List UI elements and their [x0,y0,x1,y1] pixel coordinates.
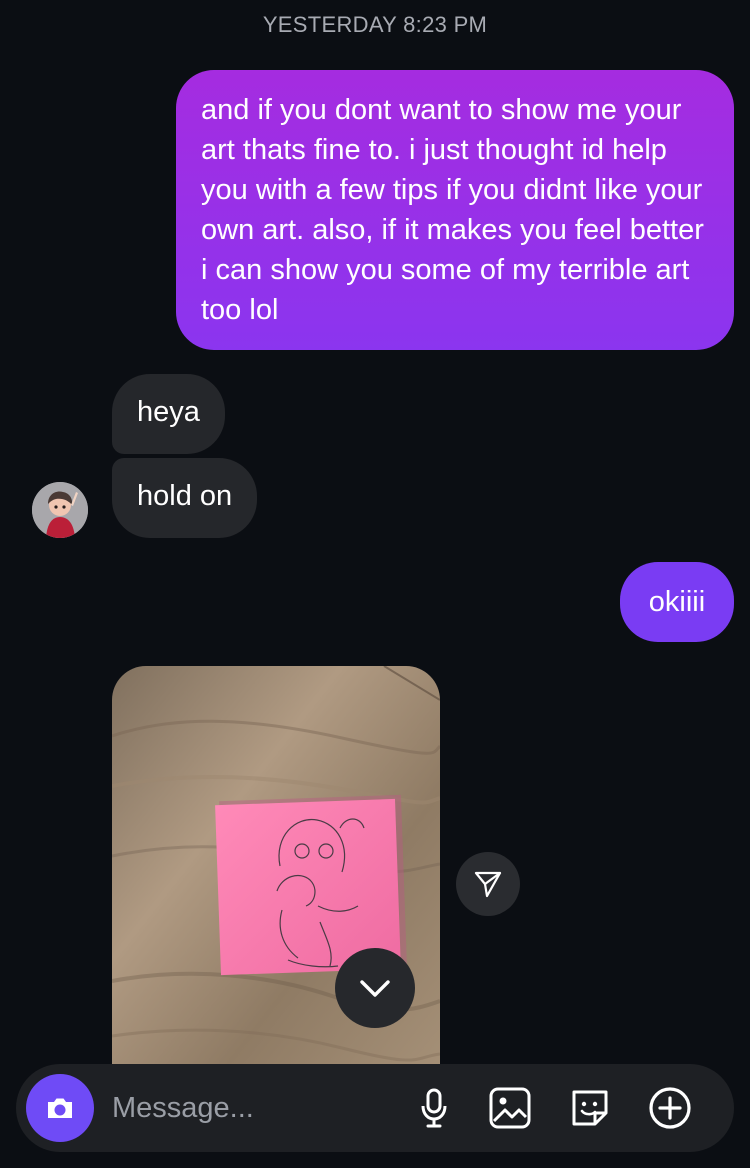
microphone-button[interactable] [410,1084,458,1132]
message-composer [16,1064,734,1152]
camera-button[interactable] [26,1074,94,1142]
avatar[interactable] [32,482,88,538]
send-icon [474,871,502,898]
gallery-button[interactable] [486,1084,534,1132]
microphone-icon [421,1088,447,1128]
message-input[interactable] [112,1084,392,1132]
avatar-image [32,482,88,538]
more-options-button[interactable] [646,1084,694,1132]
share-button[interactable] [456,852,520,916]
thread-timestamp: YESTERDAY 8:23 PM [262,12,488,37]
outgoing-message[interactable]: okiiii [620,562,734,642]
sticker-icon [572,1090,608,1126]
plus-circle-icon [649,1087,691,1129]
camera-icon [48,1098,72,1118]
chevron-down-icon [360,980,390,997]
outgoing-message[interactable]: and if you dont want to show me your art… [176,70,734,350]
scroll-to-bottom-button[interactable] [335,948,415,1028]
image-icon [489,1087,531,1129]
incoming-message[interactable]: heya [112,374,225,454]
incoming-message[interactable]: hold on [112,458,258,538]
sticker-button[interactable] [566,1084,614,1132]
